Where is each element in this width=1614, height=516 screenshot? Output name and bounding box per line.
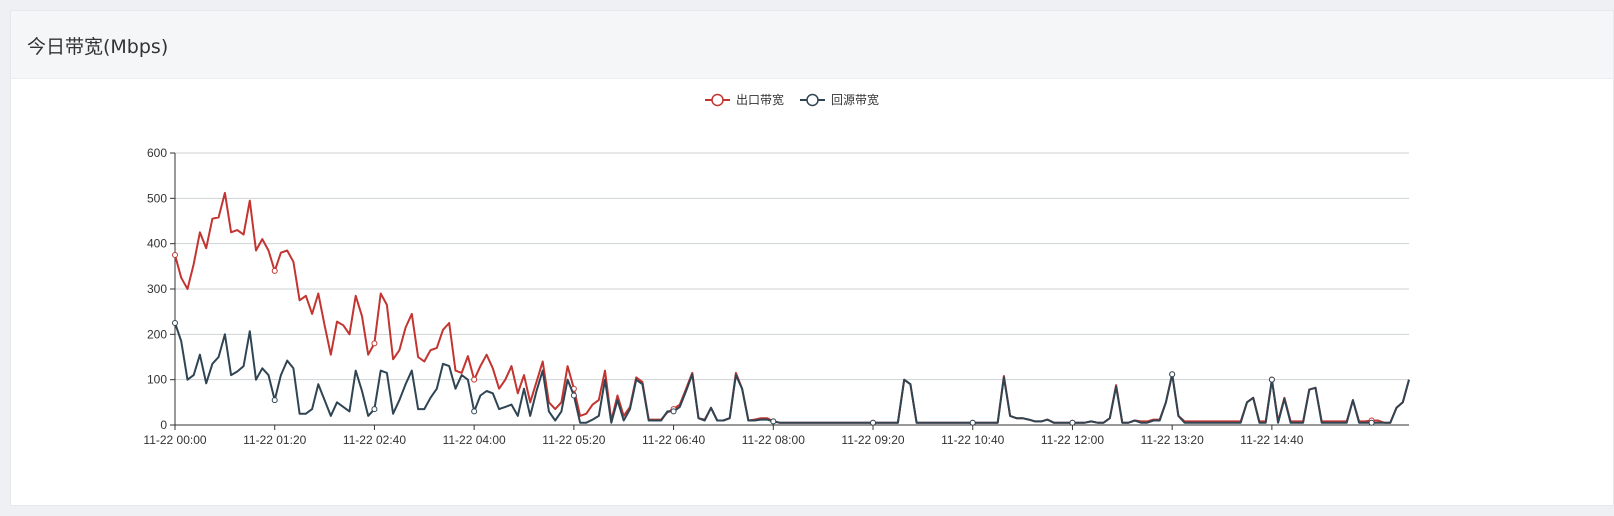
y-tick-label: 400: [147, 237, 167, 251]
x-tick-label: 11-22 06:40: [642, 433, 705, 447]
x-tick-label: 11-22 04:00: [443, 433, 506, 447]
series-point-1: [471, 408, 478, 415]
x-tick-label: 11-22 14:40: [1240, 433, 1303, 447]
legend-label: 出口带宽: [736, 92, 784, 107]
x-tick-label: 11-22 10:40: [941, 433, 1004, 447]
series-point-1: [870, 419, 877, 426]
x-tick-label: 11-22 05:20: [542, 433, 605, 447]
series-point-1: [371, 406, 378, 413]
legend-label: 回源带宽: [831, 92, 879, 107]
x-tick-label: 11-22 00:00: [143, 433, 206, 447]
series-point-1: [172, 320, 178, 326]
legend-symbol-marker: [711, 93, 724, 107]
series-point-1: [1169, 371, 1176, 378]
x-tick-label: 11-22 01:20: [243, 433, 306, 447]
series-line-1: [174, 322, 1410, 424]
y-tick-label: 0: [160, 418, 167, 432]
x-tick-label: 11-22 08:00: [742, 433, 805, 447]
x-tick-label: 11-22 02:40: [343, 433, 406, 447]
series-point-0: [271, 267, 278, 274]
y-tick-label: 600: [147, 146, 167, 160]
series-point-1: [969, 419, 976, 426]
y-tick-label: 100: [147, 373, 167, 387]
series-point-1: [1368, 419, 1375, 426]
x-tick-label: 11-22 12:00: [1041, 433, 1104, 447]
y-tick-label: 200: [147, 327, 167, 341]
y-tick-label: 300: [147, 282, 167, 296]
series-point-1: [670, 408, 677, 415]
series-point-0: [172, 252, 178, 258]
y-tick-label: 500: [147, 191, 167, 205]
series-point-1: [570, 392, 577, 399]
x-tick-label: 11-22 09:20: [841, 433, 904, 447]
bandwidth-chart: 0 100 200 300 400 500 600 11-22 00:00 11-22 01:2…: [143, 92, 1410, 447]
series-point-1: [271, 397, 278, 404]
series-point-1: [1268, 376, 1275, 383]
series-point-0: [371, 340, 378, 347]
x-tick-label: 11-22 13:20: [1141, 433, 1204, 447]
series-point-0: [471, 376, 478, 383]
legend-symbol-marker: [806, 93, 819, 107]
series-point-1: [1069, 419, 1076, 426]
series-point-1: [770, 418, 777, 425]
